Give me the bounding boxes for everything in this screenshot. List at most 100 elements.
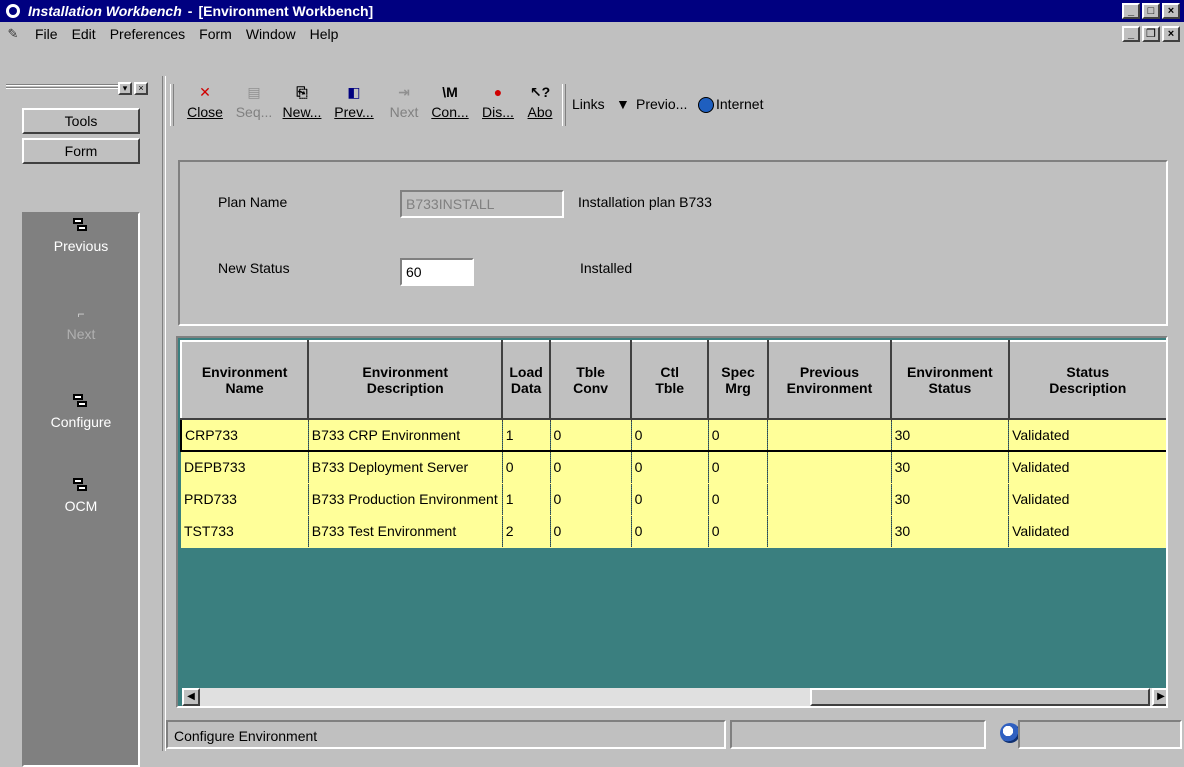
toolbar: ✕ Close ▤ Seq... ⎘ New... ◧ Prev... ⇥ Ne…: [166, 76, 1184, 134]
table-cell[interactable]: 1: [502, 483, 551, 516]
menu-file[interactable]: File: [28, 26, 65, 42]
table-row[interactable]: PRD733 B733 Production Environment 1 0 0 0 30 V…: [181, 483, 1166, 516]
table-cell[interactable]: B733 CRP Environment: [308, 418, 503, 452]
table-cell[interactable]: 0: [502, 451, 551, 484]
column-header[interactable]: Environment Description: [307, 340, 504, 420]
exit-ocm[interactable]: OCM: [24, 478, 138, 514]
panel-splitter[interactable]: [162, 76, 166, 751]
table-cell[interactable]: 0: [708, 418, 769, 452]
maximize-icon[interactable]: □: [1142, 3, 1160, 19]
table-cell[interactable]: 0: [708, 515, 769, 548]
close-button[interactable]: ✕ Close: [182, 82, 228, 132]
table-cell[interactable]: 0: [631, 418, 709, 452]
menu-edit[interactable]: Edit: [65, 26, 103, 42]
about-icon: ↖?: [529, 84, 551, 100]
column-header[interactable]: Ctl Tble: [630, 340, 710, 420]
next-button[interactable]: ⇥ Next: [384, 82, 424, 132]
scroll-left-icon[interactable]: ◀: [182, 688, 200, 706]
table-cell[interactable]: B733 Deployment Server: [308, 451, 503, 484]
table-cell[interactable]: 0: [708, 483, 769, 516]
app-title: Installation Workbench: [28, 3, 182, 19]
new-status-field[interactable]: 60: [400, 258, 474, 286]
column-header[interactable]: Status Description: [1007, 340, 1166, 420]
table-row[interactable]: TST733 B733 Test Environment 2 0 0 0 30 Validat…: [181, 515, 1166, 548]
table-cell[interactable]: 30: [891, 515, 1010, 548]
panel-close-icon[interactable]: ×: [134, 82, 148, 95]
table-cell[interactable]: 0: [550, 418, 632, 452]
sequence-button[interactable]: ▤ Seq...: [232, 82, 276, 132]
table-cell[interactable]: 30: [891, 451, 1010, 484]
table-cell[interactable]: TST733: [181, 515, 309, 548]
exit-next[interactable]: ⌐ Next: [24, 306, 138, 342]
table-cell[interactable]: B733 Test Environment: [308, 515, 503, 548]
new-status-description: Installed: [580, 260, 633, 276]
mdi-restore-icon[interactable]: ❐: [1142, 26, 1160, 42]
table-cell[interactable]: 0: [631, 483, 709, 516]
tab-tools[interactable]: Tools: [22, 108, 140, 134]
table-cell[interactable]: 0: [631, 515, 709, 548]
close-x-icon: ✕: [199, 84, 211, 100]
configure-button[interactable]: \M Con...: [428, 82, 472, 132]
column-header[interactable]: Environment Status: [890, 340, 1010, 420]
column-header[interactable]: Environment Name: [180, 340, 310, 420]
table-cell[interactable]: Validated: [1008, 483, 1166, 516]
new-button[interactable]: ⎘ New...: [278, 82, 326, 132]
table-cell[interactable]: [767, 483, 892, 516]
table-cell[interactable]: 1: [502, 418, 551, 452]
table-cell[interactable]: CRP733: [180, 418, 309, 452]
panel-dropdown-icon[interactable]: ▾: [118, 82, 132, 95]
status-bar: Configure Environment: [166, 718, 1184, 751]
table-row[interactable]: CRP733 B733 CRP Environment 1 0 0 0 30 Validate…: [180, 418, 1166, 452]
table-cell[interactable]: Validated: [1008, 515, 1166, 548]
column-header[interactable]: Load Data: [501, 340, 552, 420]
tab-form[interactable]: Form: [22, 138, 140, 164]
about-button[interactable]: ↖? Abo: [522, 82, 558, 132]
menu-help[interactable]: Help: [303, 26, 346, 42]
exit-configure[interactable]: Configure: [24, 394, 138, 430]
toolbar-grip[interactable]: [170, 84, 174, 126]
table-cell[interactable]: [767, 515, 892, 548]
column-header[interactable]: Tble Conv: [549, 340, 633, 420]
mdi-minimize-icon[interactable]: _: [1122, 26, 1140, 42]
table-cell[interactable]: Validated: [1008, 451, 1166, 484]
plan-name-field[interactable]: B733INSTALL: [400, 190, 564, 218]
table-cell[interactable]: PRD733: [181, 483, 309, 516]
scroll-right-icon[interactable]: ▶: [1152, 688, 1166, 706]
display-button[interactable]: ● Dis...: [476, 82, 520, 132]
close-window-icon[interactable]: ×: [1162, 3, 1180, 19]
panel-grip[interactable]: [6, 84, 118, 92]
table-cell[interactable]: [767, 418, 892, 452]
table-cell[interactable]: Validated: [1008, 418, 1166, 452]
exit-previous[interactable]: Previous: [24, 218, 138, 254]
prev-button[interactable]: ◧ Prev...: [330, 82, 378, 132]
table-cell[interactable]: B733 Production Environment: [308, 483, 503, 516]
form-exit-list: Previous ⌐ Next Configure OCM: [22, 212, 140, 767]
exit-ocm-label: OCM: [64, 498, 98, 514]
links-label[interactable]: Links: [572, 96, 605, 112]
minimize-icon[interactable]: _: [1122, 3, 1140, 19]
table-cell[interactable]: [767, 451, 892, 484]
table-cell[interactable]: 30: [891, 418, 1010, 452]
menu-window[interactable]: Window: [239, 26, 303, 42]
column-header[interactable]: Spec Mrg: [707, 340, 769, 420]
scroll-thumb[interactable]: [810, 688, 1150, 706]
table-row[interactable]: DEPB733 B733 Deployment Server 0 0 0 0 30 Valid…: [181, 451, 1166, 484]
table-cell[interactable]: 0: [708, 451, 769, 484]
internet-link[interactable]: Internet: [716, 96, 763, 112]
table-cell[interactable]: 0: [631, 451, 709, 484]
mdi-close-icon[interactable]: ×: [1162, 26, 1180, 42]
document-menu-icon[interactable]: ✎: [4, 26, 22, 42]
table-cell[interactable]: 2: [502, 515, 551, 548]
horizontal-scrollbar[interactable]: ◀ ▶: [182, 688, 1166, 706]
table-cell[interactable]: 0: [550, 451, 632, 484]
table-cell[interactable]: 0: [550, 515, 632, 548]
menu-preferences[interactable]: Preferences: [103, 26, 192, 42]
table-cell[interactable]: 30: [891, 483, 1010, 516]
dropdown-arrow-icon[interactable]: ▼: [616, 96, 630, 112]
menu-form[interactable]: Form: [192, 26, 239, 42]
table-cell[interactable]: 0: [550, 483, 632, 516]
column-header[interactable]: Previous Environment: [766, 340, 893, 420]
prev-icon: ◧: [347, 84, 361, 100]
previous-link[interactable]: Previo...: [636, 96, 687, 112]
table-cell[interactable]: DEPB733: [181, 451, 309, 484]
